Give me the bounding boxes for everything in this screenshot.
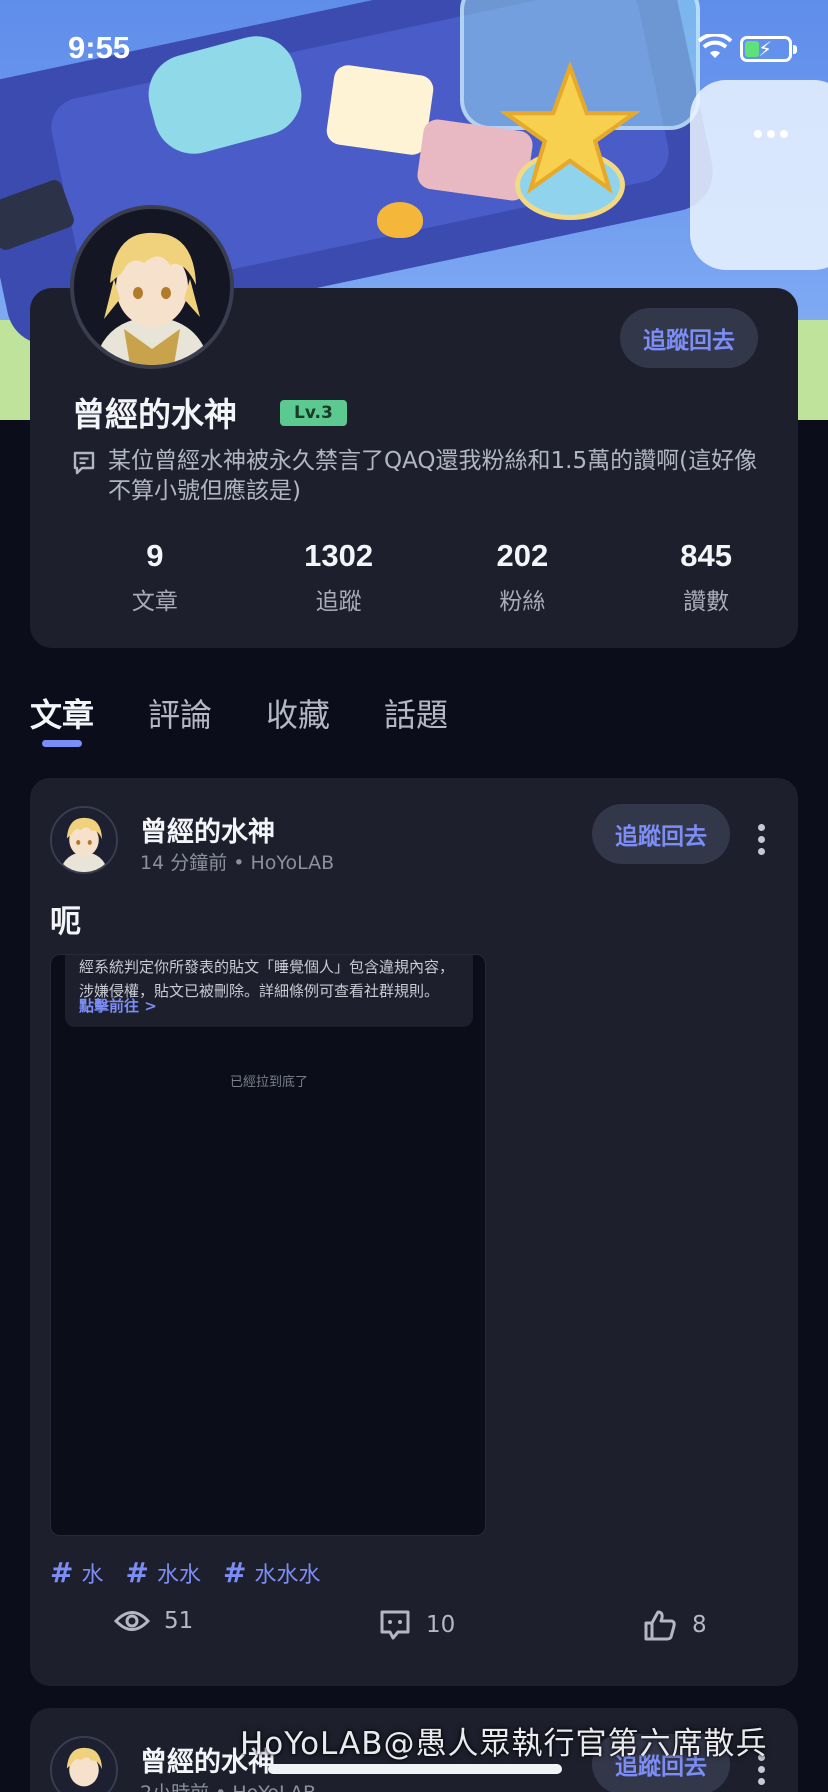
post-author-name[interactable]: 曾經的水神 xyxy=(140,810,275,849)
follow-back-button[interactable]: 追蹤回去 xyxy=(620,308,758,368)
likes-value: 8 xyxy=(692,1612,707,1638)
tab-favorites[interactable]: 收藏 xyxy=(266,690,330,736)
like-button[interactable]: 8 xyxy=(642,1608,707,1642)
post-title[interactable]: 呃 xyxy=(50,896,81,941)
avatar-image xyxy=(52,808,116,872)
post-source: HoYoLAB xyxy=(250,852,335,874)
stat-likes[interactable]: 845 讚數 xyxy=(614,538,798,616)
star-icon xyxy=(500,60,640,195)
notice-line: 經系統判定你所發表的貼文「睡覺個人」包含違規內容， xyxy=(79,958,455,976)
thumbs-up-icon xyxy=(644,1610,676,1641)
hashtag-icon: # xyxy=(125,1556,149,1589)
post-meta: 2小時前 • HoYoLAB xyxy=(140,1778,316,1792)
profile-tabs: 文章 評論 收藏 話題 xyxy=(30,690,448,747)
post-card[interactable]: 曾經的水神 14 分鐘前 • HoYoLAB 追蹤回去 呃 經系統判定你所發表的… xyxy=(30,778,798,1686)
stat-articles[interactable]: 9 文章 xyxy=(63,538,247,616)
views-value: 51 xyxy=(164,1608,194,1634)
stat-value: 1302 xyxy=(304,538,374,573)
profile-stats: 9 文章 1302 追蹤 202 粉絲 845 讚數 xyxy=(30,538,798,616)
stat-following[interactable]: 1302 追蹤 xyxy=(247,538,431,616)
stat-value: 845 xyxy=(680,538,732,573)
post-time: 2小時前 xyxy=(140,1782,209,1792)
stat-followers[interactable]: 202 粉絲 xyxy=(431,538,615,616)
banner-slime xyxy=(377,202,423,238)
post-author-avatar[interactable] xyxy=(50,1736,118,1792)
battery-icon: ⚡ xyxy=(740,36,797,62)
tag-label: 水水 xyxy=(156,1562,201,1588)
stat-value: 9 xyxy=(146,538,164,573)
post-image[interactable]: 經系統判定你所發表的貼文「睡覺個人」包含違規內容， 涉嫌侵權，貼文已被刪除。詳細… xyxy=(50,954,486,1536)
banner-capsule-machine xyxy=(690,80,828,270)
wifi-icon xyxy=(698,34,732,58)
post-tags: # 水 # 水水 # 水水水 xyxy=(50,1556,320,1589)
tag-label: 水 xyxy=(81,1562,104,1588)
post-source: HoYoLAB xyxy=(232,1782,316,1792)
tab-articles[interactable]: 文章 xyxy=(30,690,94,747)
comments-value: 10 xyxy=(426,1612,456,1638)
profile-username: 曾經的水神 xyxy=(72,395,237,434)
stat-value: 202 xyxy=(496,538,549,573)
stat-label: 追蹤 xyxy=(315,589,362,615)
meta-separator: • xyxy=(233,852,251,874)
topic-tag[interactable]: # 水水 xyxy=(125,1556,200,1589)
tab-topics[interactable]: 話題 xyxy=(384,690,448,736)
post-time: 14 分鐘前 xyxy=(140,852,228,874)
hashtag-icon: # xyxy=(222,1556,247,1589)
topic-tag[interactable]: # 水 xyxy=(50,1556,103,1589)
avatar-image xyxy=(74,209,230,365)
profile-bio: 某位曾經水神被永久禁言了QAQ還我粉絲和1.5萬的讚啊(這好像不算小號但應該是) xyxy=(72,446,772,506)
tab-comments[interactable]: 評論 xyxy=(148,690,212,736)
comment-icon xyxy=(380,1610,410,1640)
bio-text: 某位曾經水神被永久禁言了QAQ還我粉絲和1.5萬的讚啊(這好像不算小號但應該是) xyxy=(108,448,758,504)
post-follow-back-button[interactable]: 追蹤回去 xyxy=(592,804,730,864)
comments-button[interactable]: 10 xyxy=(378,1608,455,1642)
views-count: 51 xyxy=(114,1608,193,1634)
screenshot-link: 點擊前往 > xyxy=(79,997,157,1015)
tag-label: 水水水 xyxy=(254,1562,321,1588)
avatar[interactable] xyxy=(70,205,234,369)
post-actions: 51 10 8 xyxy=(30,1608,798,1658)
eye-icon xyxy=(114,1611,150,1631)
bio-icon xyxy=(73,451,95,475)
screenshot-bottom-note: 已經拉到底了 xyxy=(229,1075,308,1090)
banner-gift-box xyxy=(324,63,436,157)
more-options-icon[interactable] xyxy=(754,130,788,138)
status-time: 9:55 xyxy=(68,30,131,65)
home-indicator[interactable] xyxy=(268,1764,562,1774)
status-bar: 9:55 ⚡ xyxy=(0,26,828,70)
post-author-avatar[interactable] xyxy=(50,806,118,874)
stat-label: 讚數 xyxy=(683,589,730,615)
level-badge: Lv.3 xyxy=(280,400,347,426)
meta-separator: • xyxy=(215,1782,232,1792)
stat-label: 文章 xyxy=(131,589,178,615)
post-meta: 14 分鐘前 • HoYoLAB xyxy=(140,848,334,875)
avatar-image xyxy=(52,1738,116,1792)
stat-label: 粉絲 xyxy=(499,589,546,615)
hashtag-icon: # xyxy=(50,1556,74,1589)
post-more-icon[interactable] xyxy=(758,824,765,855)
topic-tag[interactable]: # 水水水 xyxy=(223,1556,320,1589)
watermark: HoYoLAB@愚人眾執行官第六席散兵 xyxy=(240,1726,768,1762)
